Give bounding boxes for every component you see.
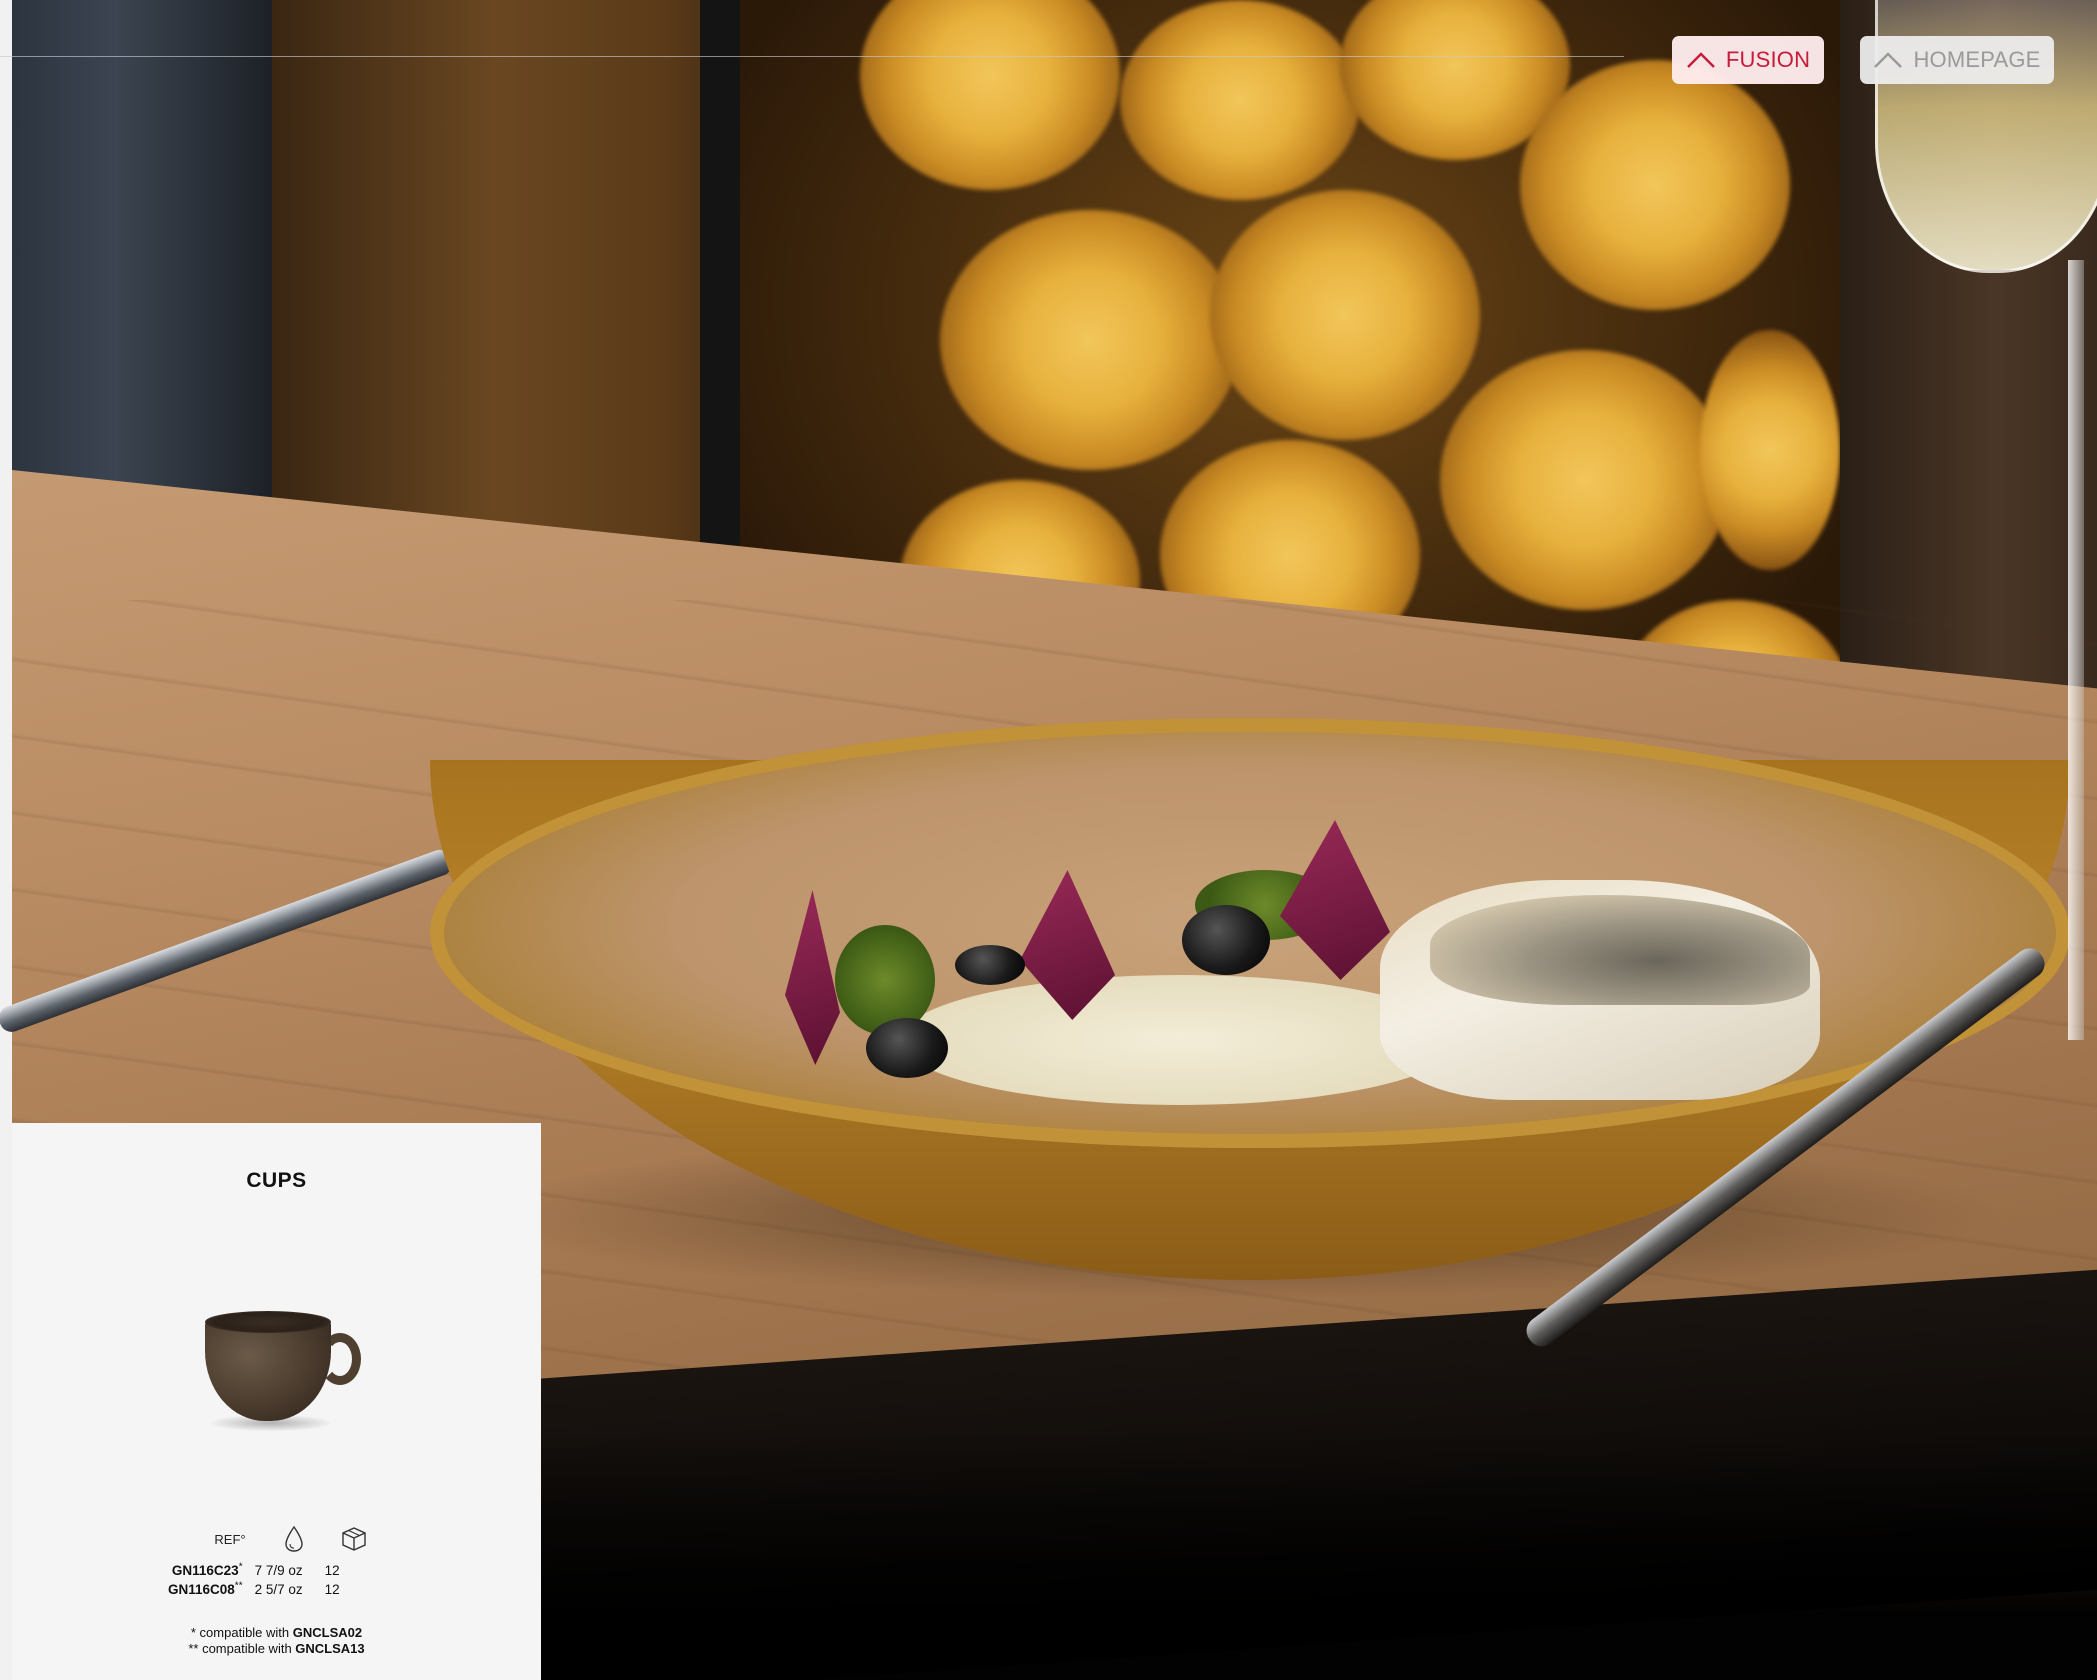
capacity: 2 5/7 oz bbox=[254, 1582, 303, 1597]
ref-header: REF° bbox=[214, 1531, 246, 1547]
caviar bbox=[866, 1018, 948, 1078]
ref-code: GN116C08** bbox=[168, 1580, 243, 1597]
caviar bbox=[1182, 905, 1270, 975]
table-row: GN116C08** 2 5/7 oz 12 bbox=[162, 1580, 371, 1599]
log bbox=[1440, 350, 1730, 610]
log bbox=[1120, 0, 1360, 200]
header-rule bbox=[0, 56, 1624, 57]
homepage-label: HOMEPAGE bbox=[1913, 47, 2041, 72]
capacity: 7 7/9 oz bbox=[254, 1563, 303, 1578]
pack-quantity: 12 bbox=[324, 1582, 340, 1597]
compatibility-note: ** compatible with GNCLSA13 bbox=[188, 1641, 365, 1656]
drop-icon bbox=[278, 1523, 310, 1555]
caviar bbox=[955, 945, 1025, 985]
compatibility-notes: * compatible with GNCLSA02 ** compatible … bbox=[12, 1625, 541, 1657]
ref-code: GN116C23* bbox=[171, 1561, 243, 1578]
page-margin bbox=[0, 0, 12, 1680]
dark-wall bbox=[12, 0, 272, 520]
cream-sauce bbox=[900, 975, 1460, 1105]
foreground-shadow bbox=[540, 1430, 2097, 1680]
chevron-up-icon bbox=[1874, 52, 1903, 68]
greens bbox=[835, 925, 935, 1035]
log bbox=[860, 0, 1120, 190]
box-icon bbox=[337, 1523, 371, 1555]
spec-table: GN116C23* 7 7/9 oz 12 GN116C08** 2 5/7 oz 12 bbox=[162, 1561, 371, 1599]
wine-glass-stem bbox=[2068, 260, 2084, 1040]
frame-post bbox=[700, 0, 740, 600]
log bbox=[1520, 60, 1790, 310]
log bbox=[940, 210, 1240, 470]
homepage-button[interactable]: HOMEPAGE bbox=[1860, 36, 2054, 84]
fusion-label: FUSION bbox=[1725, 47, 1811, 72]
compatibility-note: * compatible with GNCLSA02 bbox=[190, 1625, 363, 1640]
log bbox=[1700, 330, 1840, 570]
product-title: CUPS bbox=[246, 1169, 307, 1192]
cup-rim bbox=[205, 1311, 331, 1333]
cup-image bbox=[197, 1303, 387, 1443]
table-row: GN116C23* 7 7/9 oz 12 bbox=[162, 1561, 371, 1580]
product-card: CUPS REF° GN116C23* 7 7/9 oz 12 GN116C08** 2… bbox=[12, 1123, 541, 1680]
fusion-button[interactable]: FUSION bbox=[1672, 36, 1824, 84]
cup-body bbox=[205, 1321, 331, 1421]
pack-quantity: 12 bbox=[324, 1563, 340, 1578]
log bbox=[1210, 190, 1480, 440]
chevron-up-icon bbox=[1686, 52, 1715, 68]
